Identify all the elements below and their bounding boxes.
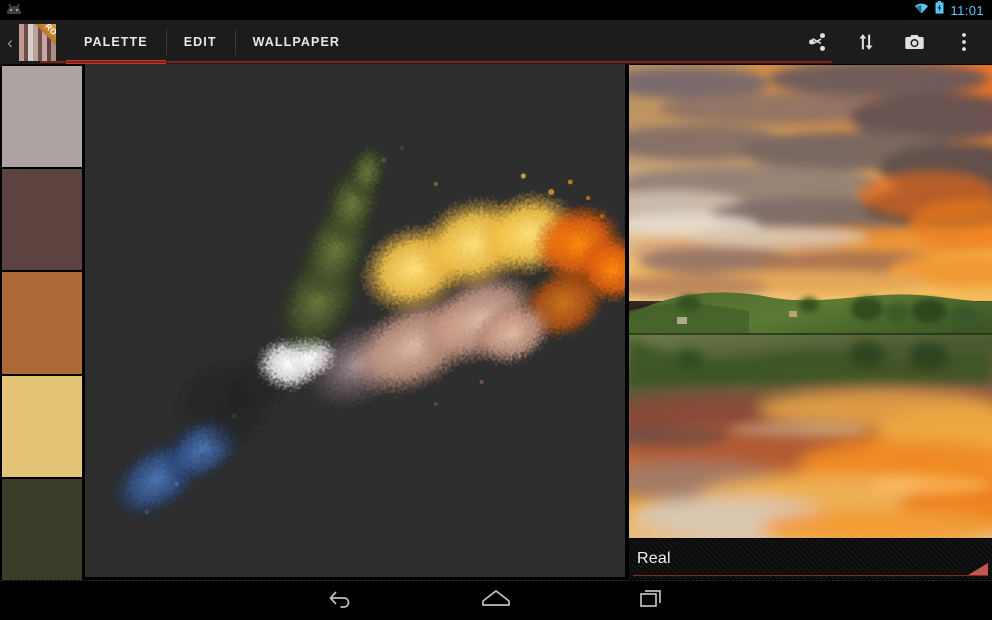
sort-swap-button[interactable] (841, 20, 890, 64)
action-bar: ‹ PRO PALETTE EDIT WALLPAPER (0, 20, 992, 64)
camera-button[interactable] (890, 20, 939, 64)
system-navigation-bar (0, 580, 992, 620)
palette-swatch[interactable] (2, 375, 82, 477)
overflow-menu-icon (961, 31, 967, 53)
status-bar: 11:01 (0, 0, 992, 20)
color-cloud-visualization (85, 64, 625, 577)
share-icon (806, 31, 828, 53)
sort-swap-icon (855, 31, 877, 53)
home-button[interactable] (466, 580, 526, 620)
palette-app-icon[interactable]: PRO (19, 23, 56, 61)
status-bar-system: 11:01 (914, 1, 992, 19)
overflow-menu-button[interactable] (939, 20, 988, 64)
palette-swatch[interactable] (2, 66, 82, 168)
back-icon (327, 588, 353, 613)
recents-button[interactable] (622, 580, 682, 620)
color-cloud-canvas[interactable] (85, 64, 625, 577)
palette-swatch-list (0, 64, 84, 581)
battery-charging-icon (935, 1, 944, 19)
nav-bar-divider (0, 580, 992, 581)
wifi-icon (914, 1, 929, 19)
tab-palette[interactable]: PALETTE (66, 20, 166, 64)
caption-corner-marker-icon (968, 563, 988, 575)
preview-caption-text: Real (637, 550, 671, 567)
status-bar-notifications (0, 3, 22, 16)
back-button[interactable] (310, 580, 370, 620)
status-bar-clock: 11:01 (950, 2, 984, 18)
palette-swatch[interactable] (2, 169, 82, 271)
recents-icon (639, 587, 665, 614)
palette-swatch[interactable] (2, 478, 82, 581)
preview-panel: Real (627, 64, 992, 580)
main-content: Real (0, 64, 992, 581)
tab-bar: PALETTE EDIT WALLPAPER (66, 20, 358, 64)
up-navigation-caret-icon[interactable]: ‹ (2, 34, 18, 51)
camera-icon (903, 31, 926, 54)
home-icon (481, 588, 511, 613)
tab-wallpaper[interactable]: WALLPAPER (234, 20, 358, 64)
tab-edit[interactable]: EDIT (165, 20, 235, 64)
preview-caption-bar[interactable]: Real (629, 539, 992, 579)
action-bar-buttons (792, 20, 992, 64)
sunset-lake-reflection-photo[interactable] (629, 65, 992, 538)
app-root: 11:01 ‹ PRO PALETTE EDIT WALLPAPER Real (0, 0, 992, 620)
caption-underline (633, 575, 988, 576)
android-robot-icon (6, 3, 22, 16)
tab-bar-underline (40, 61, 832, 63)
share-button[interactable] (792, 20, 841, 64)
palette-swatch[interactable] (2, 272, 82, 374)
